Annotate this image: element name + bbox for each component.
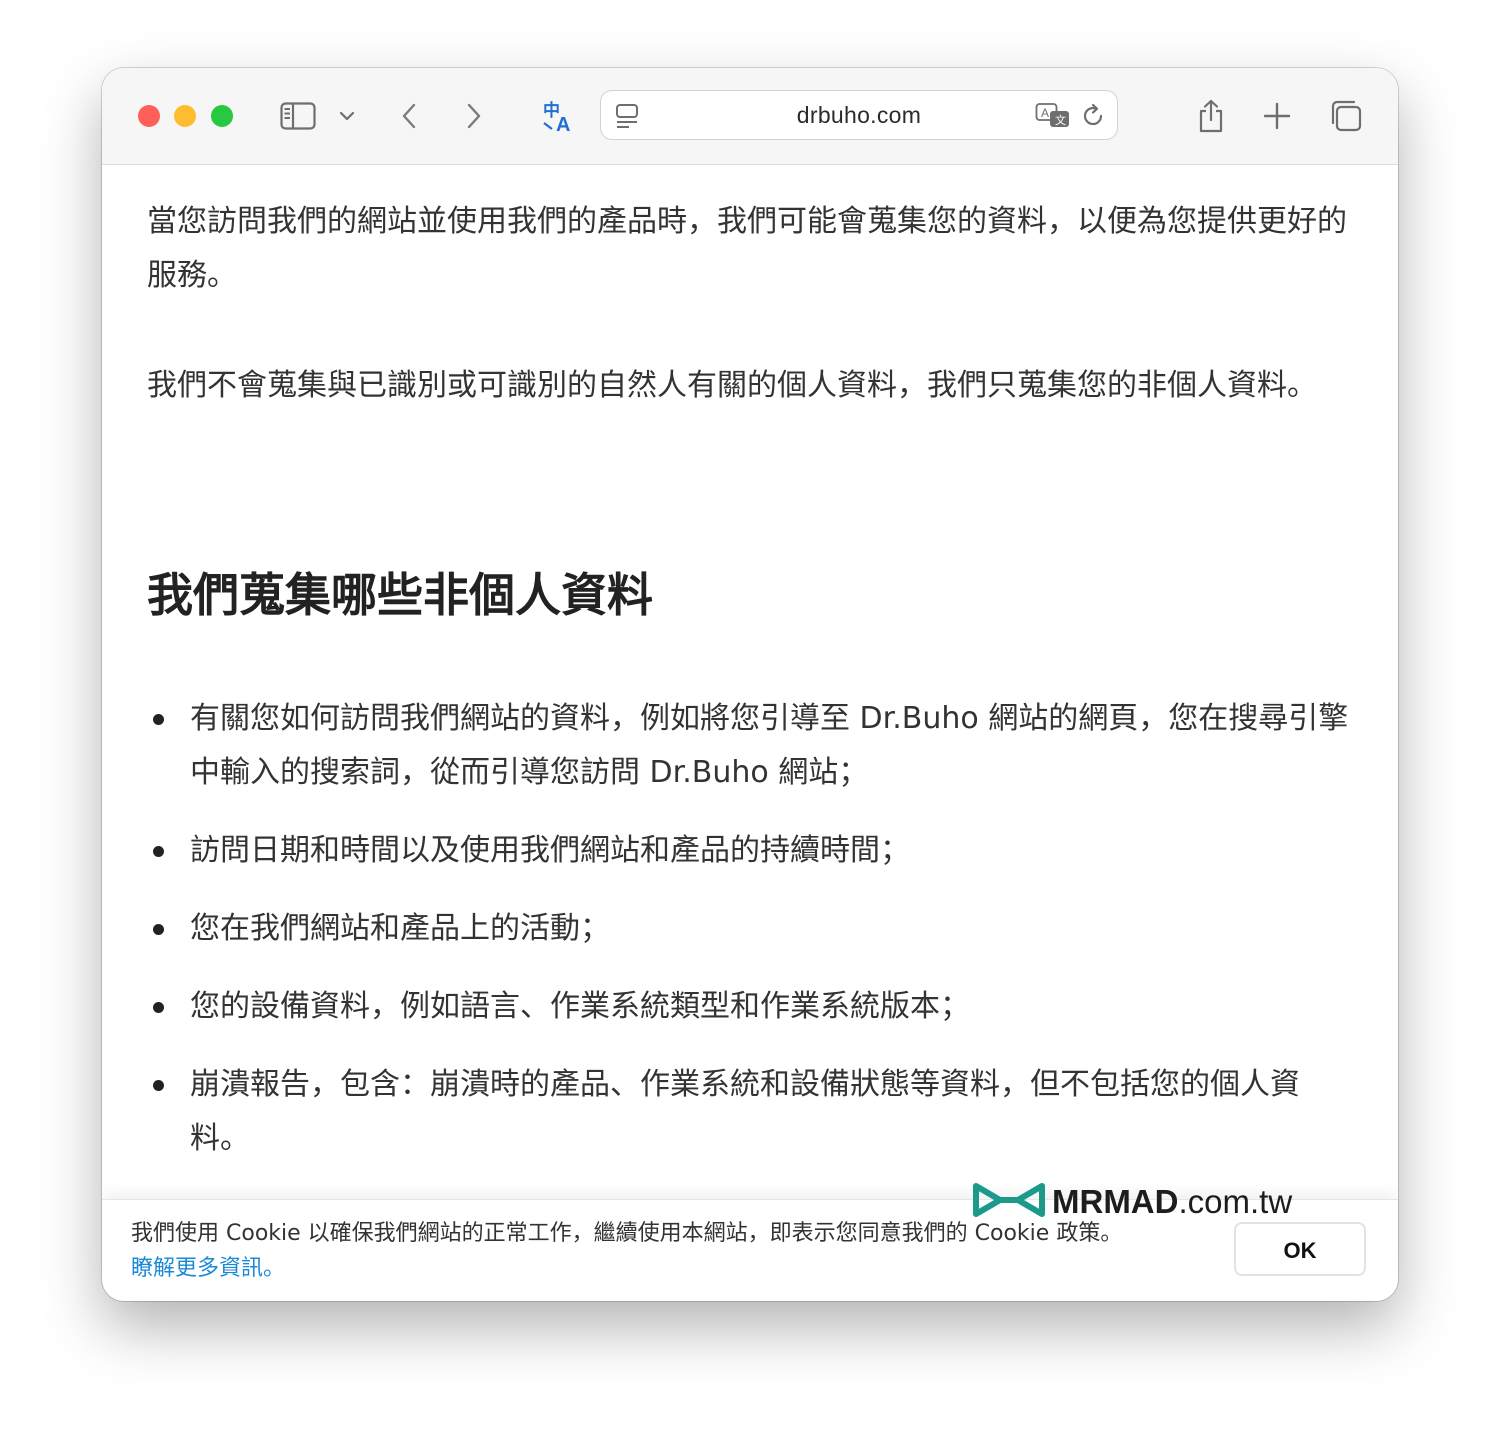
bullet-dot (153, 714, 164, 725)
list-item: 崩潰報告，包含：崩潰時的產品、作業系統和設備狀態等資料，但不包括您的個人資料。 (147, 1058, 1357, 1166)
tabs-icon[interactable] (1324, 94, 1368, 138)
data-list: 有關您如何訪問我們網站的資料，例如將您引導至 Dr.Buho 網站的網頁，您在搜… (147, 692, 1357, 1190)
bullet-dot (153, 924, 164, 935)
learn-more-link[interactable]: 瞭解更多資訊。 (131, 1256, 285, 1281)
cookie-ok-button[interactable]: OK (1234, 1222, 1366, 1276)
section-heading: 我們蒐集哪些非個人資料 (147, 568, 653, 622)
close-window-button[interactable] (138, 105, 160, 127)
watermark-brand: MRMAD (1052, 1183, 1179, 1220)
list-item-text: 您在我們網站和產品上的活動； (190, 911, 610, 946)
svg-text:A: A (556, 114, 570, 133)
page-content: 當您訪問我們的網站並使用我們的產品時，我們可能會蒐集您的資料，以便為您提供更好的… (102, 165, 1398, 1201)
forward-icon[interactable] (452, 94, 496, 138)
watermark-logo: MRMAD.com.tw (972, 1178, 1312, 1226)
list-item-text: 訪問日期和時間以及使用我們網站和產品的持續時間； (190, 833, 910, 868)
back-icon[interactable] (387, 94, 431, 138)
list-item: 有關您如何訪問我們網站的資料，例如將您引導至 Dr.Buho 網站的網頁，您在搜… (147, 692, 1357, 800)
minimize-window-button[interactable] (174, 105, 196, 127)
translate-bubble-icon[interactable]: A文 (1031, 94, 1075, 138)
zoom-window-button[interactable] (211, 105, 233, 127)
svg-text:文: 文 (1055, 113, 1066, 127)
svg-text:A: A (1041, 106, 1049, 120)
share-icon[interactable] (1189, 94, 1233, 138)
list-item-text: 您的設備資料，例如語言、作業系統類型和作業系統版本； (190, 989, 970, 1024)
chevron-down-icon[interactable] (325, 94, 369, 138)
watermark-logo-icon (973, 1183, 1045, 1217)
browser-window: 中A drbuho.com A文 當您訪問我們的網站並使用我們的產品時，我們可能… (102, 68, 1398, 1301)
reload-icon[interactable] (1071, 94, 1115, 138)
address-bar[interactable]: drbuho.com A文 (600, 90, 1118, 140)
article-paragraph-1: 當您訪問我們的網站並使用我們的產品時，我們可能會蒐集您的資料，以便為您提供更好的… (147, 204, 1347, 293)
list-item: 您在我們網站和產品上的活動； (147, 902, 1357, 956)
plus-icon[interactable] (1255, 94, 1299, 138)
article-paragraph-2: 我們不會蒐集與已識別或可識別的自然人有關的個人資料，我們只蒐集您的非個人資料。 (147, 368, 1317, 403)
watermark-text: MRMAD.com.tw (1052, 1180, 1292, 1224)
translate-icon[interactable]: 中A (537, 94, 581, 138)
bullet-dot (153, 1002, 164, 1013)
list-item-text: 有關您如何訪問我們網站的資料，例如將您引導至 Dr.Buho 網站的網頁，您在搜… (190, 701, 1349, 790)
sidebar-icon[interactable] (276, 94, 320, 138)
list-item: 您的設備資料，例如語言、作業系統類型和作業系統版本； (147, 980, 1357, 1034)
bullet-dot (153, 846, 164, 857)
watermark-suffix: .com.tw (1178, 1183, 1293, 1220)
list-item-text: 崩潰報告，包含：崩潰時的產品、作業系統和設備狀態等資料，但不包括您的個人資料。 (190, 1067, 1300, 1156)
cookie-message: 我們使用 Cookie 以確保我們網站的正常工作，繼續使用本網站，即表示您同意我… (131, 1216, 1141, 1286)
bullet-dot (153, 1080, 164, 1091)
browser-toolbar: 中A drbuho.com A文 (102, 68, 1398, 165)
list-item: 訪問日期和時間以及使用我們網站和產品的持續時間； (147, 824, 1357, 878)
